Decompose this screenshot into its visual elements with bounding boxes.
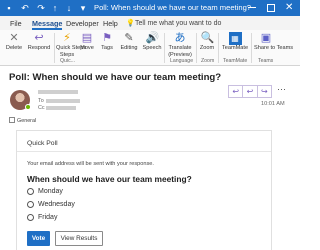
ribbon-divider — [164, 33, 165, 63]
group-teams: Teams — [258, 58, 274, 64]
title-bar: ▪ ↶ ↷ ↑ ↓ ▾ Poll: When should we have ou… — [0, 0, 300, 16]
translate-icon: あ — [174, 32, 186, 44]
option-label: Monday — [38, 187, 63, 195]
tell-me-text: Tell me what you want to do — [135, 20, 222, 27]
zoom-icon: 🔍 — [200, 32, 215, 44]
quick-steps-icon: ⚡ — [63, 32, 71, 44]
poll-option-friday[interactable]: Friday — [27, 212, 57, 222]
group-quick-steps: Quic... — [60, 58, 75, 64]
poll-option-wednesday[interactable]: Wednesday — [27, 199, 75, 209]
ribbon: ✕ Delete ↩ Respond ⚡ Quick Steps Steps ▤… — [0, 30, 300, 66]
window-title: Poll: When should we have our team meeti… — [94, 3, 254, 12]
presence-indicator — [25, 104, 31, 110]
respond-label: Respond — [27, 45, 51, 51]
reply-all-icon[interactable]: ↩ — [242, 86, 256, 97]
poll-card-title: Quick Poll — [27, 140, 58, 147]
customize-icon[interactable]: ▾ — [78, 3, 88, 13]
option-label: Friday — [38, 213, 58, 221]
poll-option-monday[interactable]: Monday — [27, 186, 63, 196]
tab-developer[interactable]: Developer — [66, 17, 99, 30]
radio-button[interactable] — [27, 213, 34, 221]
privacy-notice: Your email address will be sent with you… — [27, 161, 154, 167]
poll-question: When should we have our team meeting? — [27, 174, 192, 184]
zoom-label: Zoom — [199, 45, 215, 51]
tab-file[interactable]: File — [10, 17, 22, 30]
speech-icon: 🔊 — [145, 32, 160, 44]
share-to-teams-label: Share to Teams — [254, 45, 294, 51]
respond-button[interactable]: ↩ Respond — [26, 32, 52, 62]
delete-icon: ✕ — [9, 32, 19, 44]
editing-icon: ✎ — [124, 32, 134, 44]
received-time: 10:01 AM — [261, 101, 285, 107]
move-label: Move — [80, 45, 94, 51]
move-icon: ▤ — [81, 32, 93, 44]
down-icon[interactable]: ↓ — [64, 3, 74, 13]
editing-label: Editing — [120, 45, 138, 51]
tell-me-search[interactable]: 💡Tell me what you want to do — [126, 17, 221, 30]
up-icon[interactable]: ↑ — [50, 3, 60, 13]
minimize-icon[interactable] — [248, 7, 256, 8]
tags-icon: ⚑ — [102, 32, 112, 44]
radio-button[interactable] — [27, 187, 34, 195]
group-zoom: Zoom — [201, 58, 215, 64]
translate-label: Translate — [168, 45, 192, 51]
option-label: Wednesday — [38, 200, 75, 208]
to-recipient-redacted[interactable] — [46, 99, 80, 103]
forward-icon[interactable]: ↪ — [256, 86, 271, 97]
ribbon-divider — [54, 33, 55, 63]
delete-label: Delete — [5, 45, 23, 51]
sensitivity-label-text: General — [17, 118, 37, 124]
tags-label: Tags — [101, 45, 113, 51]
message-subject: Poll: When should we have our team meeti… — [9, 72, 222, 83]
close-icon[interactable]: ✕ — [285, 2, 293, 14]
vote-button[interactable]: Vote — [27, 231, 50, 246]
group-language: Language — [170, 58, 194, 64]
maximize-icon[interactable] — [267, 4, 275, 12]
editing-button[interactable]: ✎ Editing — [118, 32, 140, 62]
respond-icon: ↩ — [34, 32, 44, 44]
teams-icon: ▣ — [260, 32, 272, 44]
sender-name-redacted — [38, 90, 78, 94]
move-button[interactable]: ▤ Move — [80, 32, 94, 62]
to-label: To — [38, 98, 44, 104]
teammate-icon: ▦ — [228, 32, 242, 45]
more-options-icon[interactable]: ··· — [275, 84, 288, 97]
ribbon-divider — [218, 33, 219, 63]
ribbon-tabs: File Message Developer Help 💡Tell me wha… — [0, 16, 300, 30]
speech-label: Speech — [142, 45, 162, 51]
delete-button[interactable]: ✕ Delete — [4, 32, 24, 62]
tab-help[interactable]: Help — [103, 17, 118, 30]
lightbulb-icon: 💡 — [126, 20, 135, 27]
ribbon-divider — [196, 33, 197, 63]
reply-actions: ↩ ↩ ↪ — [228, 85, 272, 98]
view-results-button[interactable]: View Results — [55, 231, 103, 246]
teammate-label: TeamMate — [221, 45, 249, 51]
label-icon — [9, 117, 15, 123]
ribbon-divider — [251, 33, 252, 63]
redo-icon[interactable]: ↷ — [36, 3, 46, 13]
reply-icon[interactable]: ↩ — [229, 86, 242, 97]
sensitivity-label[interactable]: General — [9, 117, 36, 124]
divider — [17, 151, 271, 152]
cc-recipient-redacted[interactable] — [46, 106, 76, 110]
speech-button[interactable]: 🔊 Speech — [142, 32, 162, 62]
quick-steps-label: Quick Steps — [56, 45, 87, 51]
tags-button[interactable]: ⚑ Tags — [100, 32, 114, 62]
radio-button[interactable] — [27, 200, 34, 208]
tab-message[interactable]: Message — [32, 17, 63, 30]
save-icon[interactable]: ▪ — [4, 3, 14, 13]
group-teammate: TeamMate — [223, 58, 248, 64]
cc-label: Cc — [38, 105, 45, 111]
undo-icon[interactable]: ↶ — [20, 3, 30, 13]
